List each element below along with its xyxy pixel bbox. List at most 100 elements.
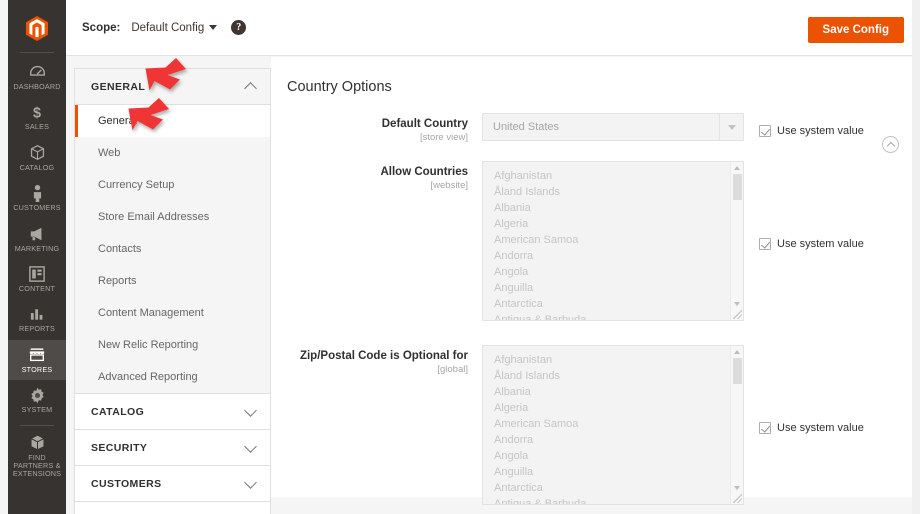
list-item[interactable]: Antigua & Barbuda — [483, 496, 743, 504]
list-item[interactable]: Åland Islands — [483, 368, 743, 384]
question-mark-icon[interactable]: ? — [231, 20, 247, 35]
use-system-value-checkbox[interactable] — [759, 421, 771, 434]
list-item[interactable]: Algeria — [483, 216, 743, 232]
resize-grip-icon[interactable] — [733, 310, 742, 319]
list-item[interactable]: Afghanistan — [483, 168, 743, 184]
list-item[interactable]: American Samoa — [483, 416, 743, 432]
scroll-up-arrow-icon[interactable] — [734, 166, 740, 170]
gear-icon — [27, 386, 47, 404]
config-section-sales[interactable]: SALES — [75, 502, 270, 514]
config-item-advanced-reporting[interactable]: Advanced Reporting — [75, 361, 270, 393]
page-scrollbar[interactable] — [912, 0, 920, 514]
scrollbar[interactable] — [730, 162, 743, 320]
use-system-value-label: Use system value — [777, 237, 864, 250]
config-item-general[interactable]: General — [75, 105, 270, 137]
bar-chart-icon — [27, 305, 47, 323]
config-item-contacts[interactable]: Contacts — [75, 233, 270, 265]
config-item-store-email-addresses[interactable]: Store Email Addresses — [75, 201, 270, 233]
sidebar-item-label: SALES — [24, 122, 50, 132]
scroll-down-arrow-icon[interactable] — [734, 486, 740, 490]
field-label-text: Allow Countries — [380, 166, 468, 178]
scroll-down-arrow-icon[interactable] — [734, 302, 740, 306]
sidebar-item-content[interactable]: CONTENT — [8, 259, 66, 299]
list-item[interactable]: Angola — [483, 264, 743, 280]
field-control: United States — [482, 113, 744, 143]
config-nav-panel: GENERAL General Web Currency Setup Store… — [74, 68, 271, 514]
person-icon — [27, 184, 47, 203]
list-item[interactable]: Antarctica — [483, 480, 743, 496]
field-allow-countries: Allow Countries [website] Afghanistan Ål… — [271, 161, 920, 321]
config-section-customers[interactable]: CUSTOMERS — [75, 466, 270, 502]
sidebar-item-sales[interactable]: $ SALES — [8, 97, 66, 137]
field-label: Zip/Postal Code is Optional for [global] — [271, 345, 482, 505]
sidebar-item-dashboard[interactable]: DASHBOARD — [8, 57, 66, 97]
use-system-value-zip-optional[interactable]: Use system value — [759, 345, 864, 505]
config-section-security[interactable]: SECURITY — [75, 430, 270, 466]
list-item[interactable]: Angola — [483, 448, 743, 464]
list-item[interactable]: Andorra — [483, 432, 743, 448]
config-item-reports[interactable]: Reports — [75, 265, 270, 297]
use-system-value-label: Use system value — [777, 124, 864, 137]
sidebar-item-label: MARKETING — [14, 243, 60, 253]
default-country-value: United States — [493, 121, 560, 133]
list-item[interactable]: Antarctica — [483, 296, 743, 312]
use-system-value-checkbox[interactable] — [759, 124, 771, 137]
box-icon — [27, 144, 47, 162]
list-item[interactable]: Albania — [483, 200, 743, 216]
scope-selector[interactable]: Default Config — [131, 22, 218, 34]
use-system-value-default-country[interactable]: Use system value — [759, 113, 864, 143]
list-item[interactable]: Antigua & Barbuda — [483, 312, 743, 320]
config-item-web[interactable]: Web — [75, 137, 270, 169]
config-item-currency-setup[interactable]: Currency Setup — [75, 169, 270, 201]
sidebar-item-catalog[interactable]: CATALOG — [8, 138, 66, 178]
list-item[interactable]: American Samoa — [483, 232, 743, 248]
option-list: Afghanistan Åland Islands Albania Algeri… — [483, 346, 743, 504]
admin-sidebar: DASHBOARD $ SALES CATALOG CUSTOMERS MARK… — [8, 0, 66, 514]
config-section-catalog[interactable]: CATALOG — [75, 394, 270, 430]
sidebar-item-label: CUSTOMERS — [13, 203, 61, 213]
sidebar-item-label: REPORTS — [18, 324, 55, 334]
chevron-up-circle-icon[interactable] — [882, 136, 899, 153]
sidebar-item-stores[interactable]: STORES — [8, 339, 66, 381]
config-section-title: CUSTOMERS — [91, 477, 162, 490]
list-item[interactable]: Afghanistan — [483, 352, 743, 368]
sidebar-item-reports[interactable]: REPORTS — [8, 299, 66, 339]
scrollbar[interactable] — [730, 346, 743, 504]
dashboard-icon — [27, 63, 47, 81]
magento-logo[interactable] — [8, 6, 66, 50]
scrollbar-thumb[interactable] — [733, 174, 742, 200]
list-item[interactable]: Albania — [483, 384, 743, 400]
dollar-icon: $ — [27, 103, 47, 122]
zip-optional-multiselect[interactable]: Afghanistan Åland Islands Albania Algeri… — [482, 345, 744, 505]
sidebar-item-marketing[interactable]: MARKETING — [8, 219, 66, 259]
scrollbar-thumb[interactable] — [733, 358, 742, 384]
list-item[interactable]: Anguilla — [483, 280, 743, 296]
svg-text:$: $ — [33, 106, 41, 122]
list-item[interactable]: Andorra — [483, 248, 743, 264]
use-system-value-checkbox[interactable] — [759, 237, 771, 250]
field-label-text: Zip/Postal Code is Optional for — [299, 350, 468, 362]
save-config-button[interactable]: Save Config — [807, 17, 904, 43]
main-content: Country Options Default Country [store v… — [271, 57, 920, 505]
default-country-select[interactable]: United States — [482, 113, 744, 141]
config-item-new-relic-reporting[interactable]: New Relic Reporting — [75, 329, 270, 361]
config-item-content-management[interactable]: Content Management — [75, 297, 270, 329]
allow-countries-multiselect[interactable]: Afghanistan Åland Islands Albania Algeri… — [482, 161, 744, 321]
sidebar-item-customers[interactable]: CUSTOMERS — [8, 178, 66, 218]
list-item[interactable]: Åland Islands — [483, 184, 743, 200]
config-section-title: CATALOG — [91, 405, 145, 418]
field-scope-text: [website] — [430, 180, 469, 191]
config-section-title: GENERAL — [91, 80, 146, 93]
use-system-value-allow-countries[interactable]: Use system value — [759, 161, 864, 321]
field-scope-text: [store view] — [419, 132, 468, 143]
magento-admin-config-screen: DASHBOARD $ SALES CATALOG CUSTOMERS MARK… — [0, 0, 920, 514]
sidebar-divider — [20, 52, 54, 53]
megaphone-icon — [27, 225, 47, 243]
resize-grip-icon[interactable] — [733, 494, 742, 503]
config-section-general[interactable]: GENERAL — [75, 69, 270, 105]
scroll-up-arrow-icon[interactable] — [734, 350, 740, 354]
list-item[interactable]: Algeria — [483, 400, 743, 416]
sidebar-item-find-partners-extensions[interactable]: FIND PARTNERS & EXTENSIONS — [8, 428, 66, 485]
sidebar-item-system[interactable]: SYSTEM — [8, 380, 66, 420]
list-item[interactable]: Anguilla — [483, 464, 743, 480]
